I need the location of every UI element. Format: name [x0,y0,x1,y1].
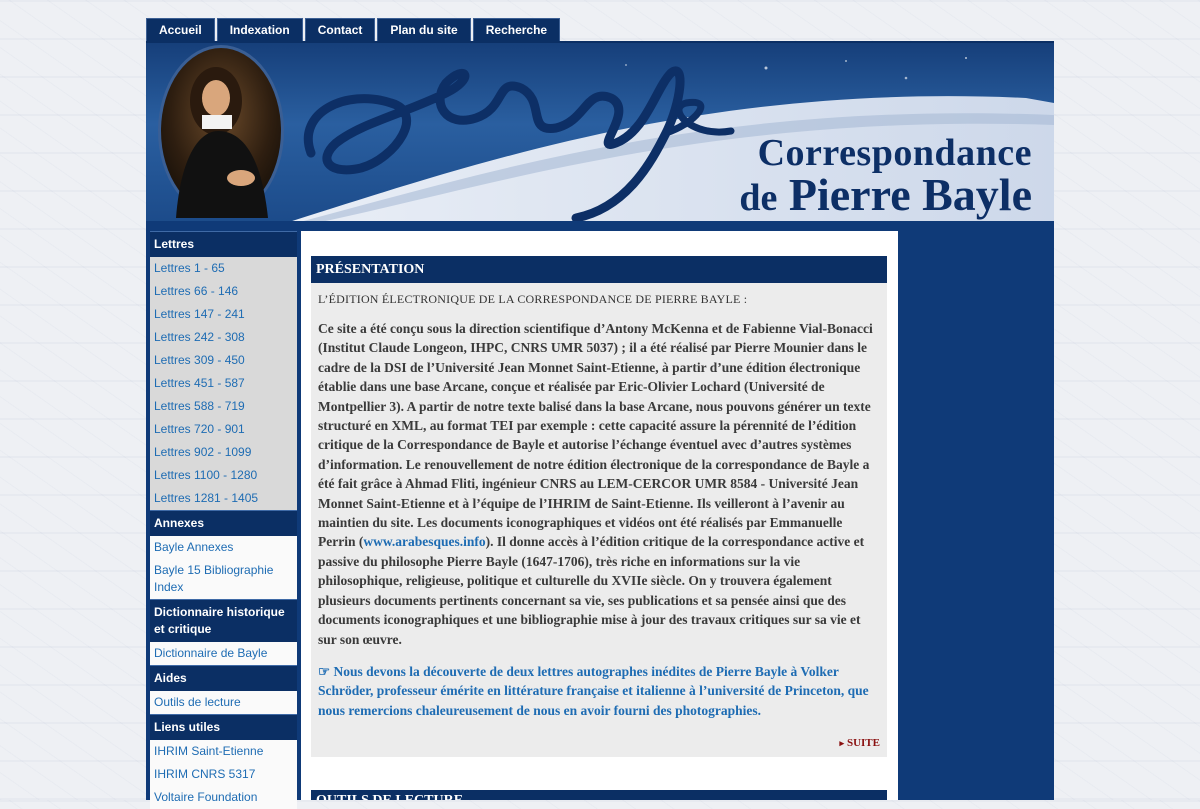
presentation-body: L’ÉDITION ÉLECTRONIQUE DE LA CORRESPONDA… [311,283,887,757]
pointing-hand-icon: ☞ [318,663,331,679]
paragraph-text-before-link: Ce site a été conçu sous la direction sc… [318,321,873,550]
sidebar-item-lettres-309-450[interactable]: Lettres 309 - 450 [150,349,297,372]
sidebar-menu: Lettres Lettres 1 - 65 Lettres 66 - 146 … [150,231,297,809]
presentation-panel: PRÉSENTATION L’ÉDITION ÉLECTRONIQUE DE L… [311,256,887,758]
banner-title-name: de Pierre Bayle [739,168,1032,221]
suite-label: SUITE [846,737,880,750]
sidebar-heading-lettres: Lettres [150,231,297,257]
sidebar-heading-aides: Aides [150,665,297,691]
page: Accueil Indexation Contact Plan du site … [146,18,1054,809]
arabesques-link[interactable]: www.arabesques.info [363,534,485,549]
top-nav: Accueil Indexation Contact Plan du site … [146,18,561,41]
sidebar-item-bayle-annexes[interactable]: Bayle Annexes [150,536,297,559]
sidebar-item-bibliographie-index[interactable]: Bayle 15 Bibliographie Index [150,559,297,599]
sidebar-item-lettres-1281-1405[interactable]: Lettres 1281 - 1405 [150,487,297,510]
sidebar-item-lettres-902-1099[interactable]: Lettres 902 - 1099 [150,441,297,464]
banner-title-de: de [739,177,778,219]
note-text: Nous devons la découverte de deux lettre… [318,663,869,718]
sidebar-item-lettres-1-65[interactable]: Lettres 1 - 65 [150,257,297,280]
tab-indexation[interactable]: Indexation [216,18,303,41]
arrow-right-icon: ▸ [839,738,844,749]
main-content: PRÉSENTATION L’ÉDITION ÉLECTRONIQUE DE L… [301,231,898,800]
sidebar-item-outils-de-lecture[interactable]: Outils de lecture [150,691,297,714]
tab-contact[interactable]: Contact [304,18,376,41]
content-area: Lettres Lettres 1 - 65 Lettres 66 - 146 … [146,221,1054,809]
outils-heading: OUTILS DE LECTURE [311,790,887,800]
sidebar-heading-dictionnaire: Dictionnaire historique et critique [150,599,297,642]
sidebar-heading-annexes: Annexes [150,510,297,536]
presentation-heading: PRÉSENTATION [311,256,887,283]
sidebar-item-lettres-588-719[interactable]: Lettres 588 - 719 [150,395,297,418]
sidebar-heading-liens-utiles: Liens utiles [150,714,297,740]
sidebar-item-lettres-242-308[interactable]: Lettres 242 - 308 [150,326,297,349]
tab-plan-du-site[interactable]: Plan du site [377,18,471,41]
sidebar-item-ihrim-saint-etienne[interactable]: IHRIM Saint-Etienne [150,740,297,763]
presentation-paragraph: Ce site a été conçu sous la direction sc… [318,319,880,649]
sidebar-item-lettres-66-146[interactable]: Lettres 66 - 146 [150,280,297,303]
sidebar-item-voltaire-foundation[interactable]: Voltaire Foundation [150,786,297,809]
sidebar-item-dictionnaire-de-bayle[interactable]: Dictionnaire de Bayle [150,642,297,665]
presentation-subtitle: L’ÉDITION ÉLECTRONIQUE DE LA CORRESPONDA… [318,292,748,306]
sidebar-item-lettres-147-241[interactable]: Lettres 147 - 241 [150,303,297,326]
banner-title-pierre-bayle: Pierre Bayle [788,169,1032,220]
sidebar-item-lettres-451-587[interactable]: Lettres 451 - 587 [150,372,297,395]
autograph-letters-note[interactable]: ☞ Nous devons la découverte de deux lett… [318,662,880,720]
sidebar-item-lettres-720-901[interactable]: Lettres 720 - 901 [150,418,297,441]
tab-accueil[interactable]: Accueil [146,18,215,41]
paragraph-text-after-link: ). Il donne accès à l’édition critique d… [318,534,865,647]
site-banner: Correspondance de Pierre Bayle [146,41,1054,223]
tab-recherche[interactable]: Recherche [472,18,561,41]
suite-link[interactable]: ▸ SUITE [318,737,880,757]
sidebar-item-lettres-1100-1280[interactable]: Lettres 1100 - 1280 [150,464,297,487]
outils-panel: OUTILS DE LECTURE [311,790,887,800]
sidebar-item-ihrim-cnrs-5317[interactable]: IHRIM CNRS 5317 [150,763,297,786]
